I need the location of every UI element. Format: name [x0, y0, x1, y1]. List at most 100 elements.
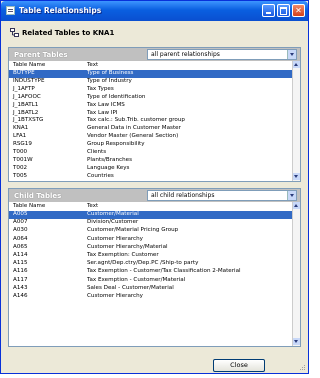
col-table-name[interactable]: Table Name	[13, 62, 45, 68]
table-text-cell: Ser.agnt/Dep.ctry/Dep.PC /Ship-to party	[87, 260, 199, 267]
table-row[interactable]: KNA1 General Data in Customer Master	[9, 125, 292, 133]
table-name-cell: J_1BATL1	[13, 101, 39, 108]
table-name-cell: A114	[13, 252, 28, 258]
table-name-cell: J_1BATL2	[13, 109, 39, 116]
table-text-cell: Countries	[87, 172, 114, 179]
table-text-cell: Plants/Branches	[87, 156, 132, 163]
chevron-down-icon[interactable]	[287, 191, 296, 200]
table-text-cell: Type of Industry	[87, 77, 132, 84]
table-name-cell: RSG19	[13, 141, 32, 148]
table-row[interactable]: T002 Language Keys	[9, 165, 292, 173]
resize-grip-icon[interactable]	[298, 363, 306, 371]
table-name-cell: INDUSTYPE	[13, 77, 45, 84]
table-name-cell: A143	[13, 284, 28, 291]
table-name-cell: LFA1	[13, 133, 27, 140]
scroll-up-icon[interactable]	[293, 202, 300, 209]
maximize-button[interactable]	[277, 4, 290, 17]
scroll-down-icon[interactable]	[293, 173, 300, 180]
table-row[interactable]: A143 Sales Deal - Customer/Material	[9, 285, 292, 293]
col-text[interactable]: Text	[87, 62, 98, 68]
window-title: Table Relationships	[19, 6, 102, 15]
table-text-cell: Language Keys	[87, 164, 130, 171]
table-row[interactable]: A116 Tax Exemption - Customer/Tax Classif…	[9, 268, 292, 276]
title-bar[interactable]: Table Relationships ✕	[1, 1, 308, 21]
table-name-cell: J_1AFTP	[13, 85, 35, 92]
table-name-cell: J_1BTXSTG	[13, 117, 44, 124]
table-row[interactable]: J_1AFTP Tax Types	[9, 86, 292, 94]
table-row[interactable]: RSG19 Group Responsibility	[9, 141, 292, 149]
table-row[interactable]: J_1BATL2 Tax Law IPI	[9, 110, 292, 118]
table-row[interactable]: A146 Customer Hierarchy	[9, 293, 292, 301]
scroll-down-icon[interactable]	[293, 338, 300, 345]
window-icon	[6, 6, 15, 15]
table-text-cell: Tax Law ICMS	[87, 101, 125, 108]
parent-tables-panel: Parent Tables all parent relationships T…	[8, 47, 301, 182]
relationship-icon	[10, 28, 19, 37]
table-name-cell: A064	[13, 235, 28, 242]
table-row[interactable]: J_1BTXSTG Tax calc.: Sub.Trib. customer g…	[9, 117, 292, 125]
table-row[interactable]: A030 Customer/Material Pricing Group	[9, 227, 292, 235]
parent-scrollbar[interactable]	[292, 61, 300, 181]
table-text-cell: Tax Exemption - Customer/Tax Classificat…	[87, 268, 241, 275]
table-name-cell: A115	[13, 260, 28, 267]
table-row[interactable]: J_1BATL1 Tax Law ICMS	[9, 102, 292, 110]
table-row[interactable]: A115 Ser.agnt/Dep.ctry/Dep.PC /Ship-to pa…	[9, 260, 292, 268]
table-text-cell: Division/Customer	[87, 219, 139, 226]
table-row[interactable]: A064 Customer Hierarchy	[9, 236, 292, 244]
table-row[interactable]: A007 Division/Customer	[9, 219, 292, 227]
minimize-button[interactable]	[262, 4, 275, 17]
table-row[interactable]: T000 Clients	[9, 149, 292, 157]
table-text-cell: Vendor Master (General Section)	[87, 133, 179, 140]
table-text-cell: Tax Law IPI	[87, 109, 118, 116]
table-row[interactable]: T001W Plants/Branches	[9, 157, 292, 165]
chevron-down-icon[interactable]	[287, 50, 296, 59]
table-name-cell: J_1AFOOC	[13, 93, 41, 100]
parent-panel-title: Parent Tables	[14, 51, 68, 59]
table-row[interactable]: A114 Tax Exemption: Customer	[9, 252, 292, 260]
table-name-cell: A117	[13, 276, 28, 283]
table-row[interactable]: A065 Customer Hierarchy/Material	[9, 244, 292, 252]
table-row[interactable]: INDUSTYPE Type of Industry	[9, 78, 292, 86]
child-panel-header: Child Tables all child relationships	[9, 189, 300, 202]
table-text-cell: General Data in Customer Master	[87, 125, 181, 132]
table-row[interactable]: LFA1 Vendor Master (General Section)	[9, 133, 292, 141]
table-row[interactable]: T005 Countries	[9, 173, 292, 181]
maximize-icon	[280, 7, 287, 15]
parent-filter-select[interactable]: all parent relationships	[147, 49, 297, 60]
table-text-cell: Group Responsibility	[87, 141, 145, 148]
close-window-button[interactable]: ✕	[292, 4, 305, 17]
parent-panel-header: Parent Tables all parent relationships	[9, 48, 300, 61]
table-text-cell: Tax Exemption - Customer/Material	[87, 276, 186, 283]
header-text: Related Tables to KNA1	[22, 29, 115, 37]
table-text-cell: Tax calc.: Sub.Trib. customer group	[87, 117, 185, 124]
table-row[interactable]: BUTYPE Type of Business	[9, 70, 292, 78]
table-name-cell: T005	[13, 172, 28, 179]
table-name-cell: A116	[13, 268, 28, 275]
close-icon: ✕	[295, 6, 302, 15]
table-row[interactable]: A005 Customer/Material	[9, 211, 292, 219]
table-text-cell: Tax Exemption: Customer	[87, 252, 159, 258]
table-name-cell: A146	[13, 293, 28, 299]
minimize-icon	[266, 12, 271, 14]
table-text-cell: Sales Deal - Customer/Material	[87, 284, 174, 291]
table-name-cell: A007	[13, 219, 28, 226]
child-tables-panel: Child Tables all child relationships Tab…	[8, 188, 301, 347]
table-name-cell: T001W	[13, 156, 33, 163]
table-text-cell: Type of Business	[87, 70, 134, 76]
table-row[interactable]: A117 Tax Exemption - Customer/Material	[9, 277, 292, 285]
table-text-cell: Clients	[87, 149, 107, 155]
table-name-cell: T002	[13, 164, 28, 171]
close-button[interactable]: Close	[213, 359, 265, 372]
dialog-window: Table Relationships ✕ Related Tables to …	[0, 0, 309, 374]
scroll-up-icon[interactable]	[293, 61, 300, 68]
table-text-cell: Customer Hierarchy	[87, 293, 143, 299]
table-row[interactable]: J_1AFOOC Type of Identification	[9, 94, 292, 102]
child-scrollbar[interactable]	[292, 202, 300, 346]
child-panel-title: Child Tables	[14, 192, 62, 200]
table-text-cell: Customer/Material Pricing Group	[87, 227, 179, 234]
table-text-cell: Customer Hierarchy	[87, 235, 143, 242]
child-filter-select[interactable]: all child relationships	[147, 190, 297, 201]
col-text[interactable]: Text	[87, 203, 98, 209]
table-name-cell: A030	[13, 227, 28, 234]
col-table-name[interactable]: Table Name	[13, 203, 45, 209]
